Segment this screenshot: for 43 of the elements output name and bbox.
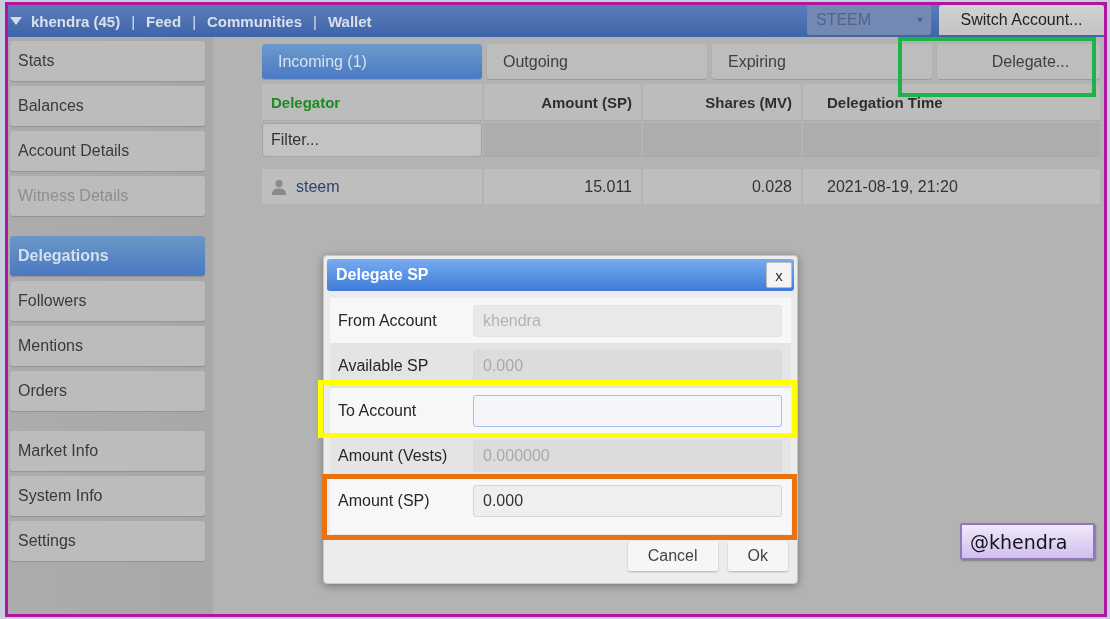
nav-separator: | (313, 12, 317, 30)
field-label: To Account (337, 401, 418, 420)
account-menu[interactable]: khendra (45) (10, 12, 121, 30)
nav-link[interactable]: Feed (146, 12, 182, 30)
table-cell: 15.011 (484, 169, 641, 204)
column-header[interactable]: Delegation Time (803, 84, 1100, 121)
sidebar-item[interactable]: Market Info (10, 431, 205, 471)
dialog-button[interactable]: Ok (727, 541, 788, 571)
filter-field[interactable]: Filter... (262, 123, 482, 157)
sidebar-item[interactable]: System Info (10, 476, 205, 516)
caret-icon (917, 18, 923, 22)
input-field[interactable] (473, 394, 782, 427)
sidebar-item[interactable]: Settings (10, 521, 205, 561)
sidebar-item[interactable]: Followers (10, 281, 205, 321)
account-link[interactable]: steem (296, 177, 340, 196)
column-header[interactable]: Shares (MV) (643, 84, 801, 121)
dialog-button[interactable]: Cancel (627, 541, 718, 571)
caret-icon (10, 17, 22, 25)
sidebar-item[interactable]: Balances (10, 86, 205, 126)
field-label: Amount (Vests) (337, 446, 449, 465)
sidebar-item[interactable]: Orders (10, 371, 205, 411)
tab[interactable]: Expiring (712, 44, 932, 79)
input-field[interactable]: 0.000 (473, 484, 782, 517)
column-header[interactable]: Amount (SP) (484, 84, 641, 121)
username-label: @khendra (960, 523, 1095, 560)
sidebar-item[interactable]: Stats (10, 41, 205, 81)
nav-link[interactable]: Wallet (327, 12, 372, 30)
nav-separator: | (192, 12, 197, 30)
field-label: Amount (SP) (337, 491, 431, 510)
tab[interactable]: Outgoing (487, 44, 707, 79)
field-label: From Account (337, 311, 438, 330)
close-button[interactable]: x (766, 262, 792, 288)
sidebar-item[interactable]: Mentions (10, 326, 205, 366)
dialog-title: Delegate SP (336, 266, 429, 284)
table-cell: 0.028 (643, 169, 801, 204)
nav-link[interactable]: Communities (207, 12, 303, 30)
sidebar-item[interactable]: Account Details (10, 131, 205, 171)
person-icon (271, 178, 287, 195)
field-label: Available SP (337, 356, 430, 375)
delegate-button[interactable]: Delegate... (937, 44, 1100, 79)
nav-separator: | (131, 12, 136, 30)
switch-account-button[interactable]: Switch Account... (939, 5, 1104, 35)
table-cell: 2021-08-19, 21:20 (803, 169, 1100, 204)
